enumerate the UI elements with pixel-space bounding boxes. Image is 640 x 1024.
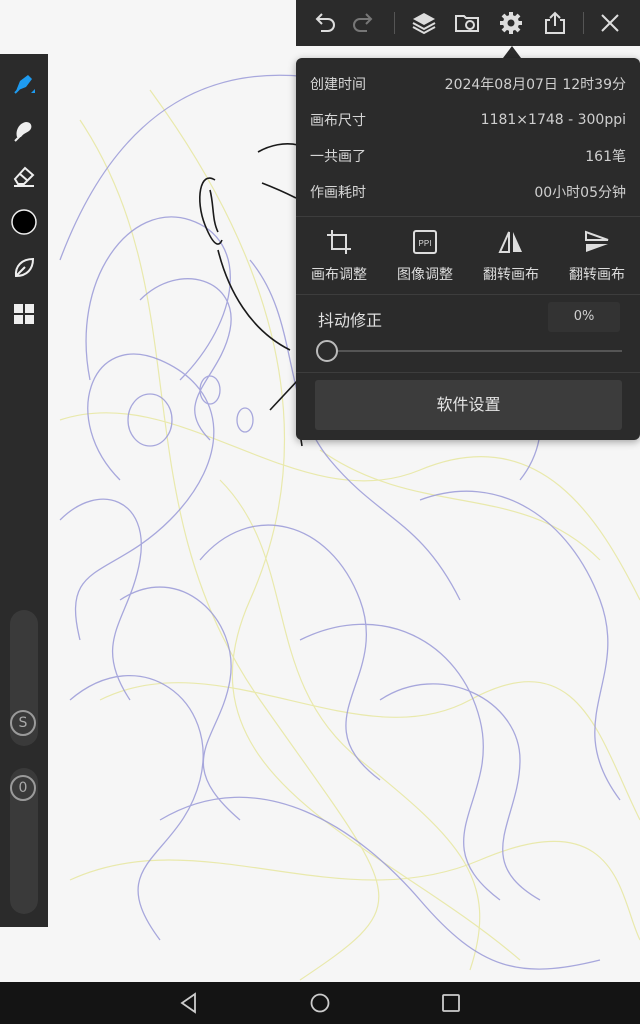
recents-icon[interactable] bbox=[439, 991, 463, 1015]
brush-tool-icon[interactable] bbox=[8, 68, 40, 100]
stroke-count-row: 一共画了 161笔 bbox=[310, 138, 626, 174]
svg-text:PPI: PPI bbox=[419, 239, 432, 248]
created-time-label: 创建时间 bbox=[310, 77, 366, 93]
ppi-icon: PPI bbox=[413, 230, 437, 254]
stabilization-value[interactable]: 0% bbox=[548, 302, 620, 332]
drawing-time-row: 作画耗时 00小时05分钟 bbox=[310, 174, 626, 210]
canvas-adjust-label: 画布调整 bbox=[311, 267, 367, 283]
popup-pointer bbox=[503, 46, 521, 58]
home-icon[interactable] bbox=[308, 991, 332, 1015]
share-icon[interactable] bbox=[540, 8, 570, 38]
stabilization-slider-thumb[interactable] bbox=[316, 340, 338, 362]
canvas-size-label: 画布尺寸 bbox=[310, 113, 366, 129]
flip-vertical-label: 翻转画布 bbox=[569, 267, 625, 283]
canvas-size-row: 画布尺寸 1181×1748 - 300ppi bbox=[310, 102, 626, 138]
crop-icon bbox=[327, 230, 351, 254]
system-nav-bar bbox=[0, 982, 640, 1024]
image-adjust-button[interactable]: PPI 图像调整 bbox=[382, 228, 468, 284]
drawing-time-value: 00小时05分钟 bbox=[534, 185, 626, 201]
folder-sync-icon[interactable] bbox=[452, 8, 482, 38]
canvas-info-panel: 创建时间 2024年08月07日 12时39分 画布尺寸 1181×1748 -… bbox=[296, 58, 640, 440]
smudge-tool-icon[interactable] bbox=[8, 114, 40, 146]
flip-vertical-icon bbox=[585, 230, 609, 252]
grid-tool-icon[interactable] bbox=[8, 298, 40, 330]
close-icon[interactable] bbox=[595, 8, 625, 38]
canvas-adjust-button[interactable]: 画布调整 bbox=[296, 228, 382, 284]
flip-horizontal-icon bbox=[498, 231, 522, 253]
leaf-tool-icon[interactable] bbox=[8, 252, 40, 284]
brush-opacity-badge: 0 bbox=[10, 775, 36, 801]
redo-icon[interactable] bbox=[348, 8, 378, 38]
back-icon[interactable] bbox=[177, 991, 201, 1015]
stroke-count-label: 一共画了 bbox=[310, 149, 366, 165]
flip-horizontal-label: 翻转画布 bbox=[483, 267, 539, 283]
created-time-value: 2024年08月07日 12时39分 bbox=[444, 77, 626, 93]
eraser-tool-icon[interactable] bbox=[8, 160, 40, 192]
drawing-time-label: 作画耗时 bbox=[310, 185, 366, 201]
canvas-size-value: 1181×1748 - 300ppi bbox=[480, 112, 626, 128]
tool-strip: S 0 bbox=[0, 54, 48, 927]
app-settings-button[interactable]: 软件设置 bbox=[315, 380, 622, 430]
created-time-row: 创建时间 2024年08月07日 12时39分 bbox=[310, 66, 626, 102]
image-adjust-label: 图像调整 bbox=[397, 267, 453, 283]
flip-horizontal-button[interactable]: 翻转画布 bbox=[468, 228, 554, 284]
top-toolbar bbox=[296, 0, 640, 46]
color-swatch[interactable] bbox=[8, 206, 40, 238]
stabilization-slider[interactable] bbox=[324, 350, 622, 352]
stabilization-label: 抖动修正 bbox=[318, 311, 383, 330]
stroke-count-value: 161笔 bbox=[585, 149, 626, 165]
undo-icon[interactable] bbox=[310, 8, 340, 38]
layers-icon[interactable] bbox=[409, 8, 439, 38]
brush-size-badge: S bbox=[10, 710, 36, 736]
flip-vertical-button[interactable]: 翻转画布 bbox=[554, 228, 640, 284]
gear-icon[interactable] bbox=[496, 8, 526, 38]
